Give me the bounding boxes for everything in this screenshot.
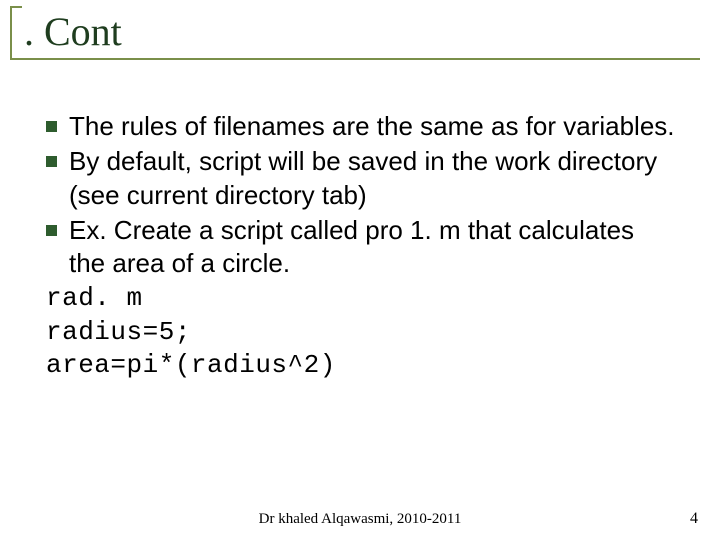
footer-author: Dr khaled Alqawasmi, 2010-2011 — [0, 511, 720, 528]
code-line: rad. m — [46, 282, 676, 315]
bullet-item: By default, script will be saved in the … — [46, 145, 676, 212]
bullet-item: The rules of filenames are the same as f… — [46, 110, 676, 143]
code-line: radius=5; — [46, 316, 676, 349]
footer-page-number: 4 — [690, 510, 698, 528]
slide-body: The rules of filenames are the same as f… — [46, 110, 676, 382]
square-bullet-icon — [46, 156, 57, 167]
slide-title: . Cont — [24, 8, 122, 55]
bullet-text: By default, script will be saved in the … — [69, 145, 676, 212]
slide: . Cont The rules of filenames are the sa… — [0, 0, 720, 540]
code-line: area=pi*(radius^2) — [46, 349, 676, 382]
square-bullet-icon — [46, 225, 57, 236]
square-bullet-icon — [46, 121, 57, 132]
bullet-text: The rules of filenames are the same as f… — [69, 110, 676, 143]
bullet-item: Ex. Create a script called pro 1. m that… — [46, 214, 676, 281]
bullet-text: Ex. Create a script called pro 1. m that… — [69, 214, 676, 281]
